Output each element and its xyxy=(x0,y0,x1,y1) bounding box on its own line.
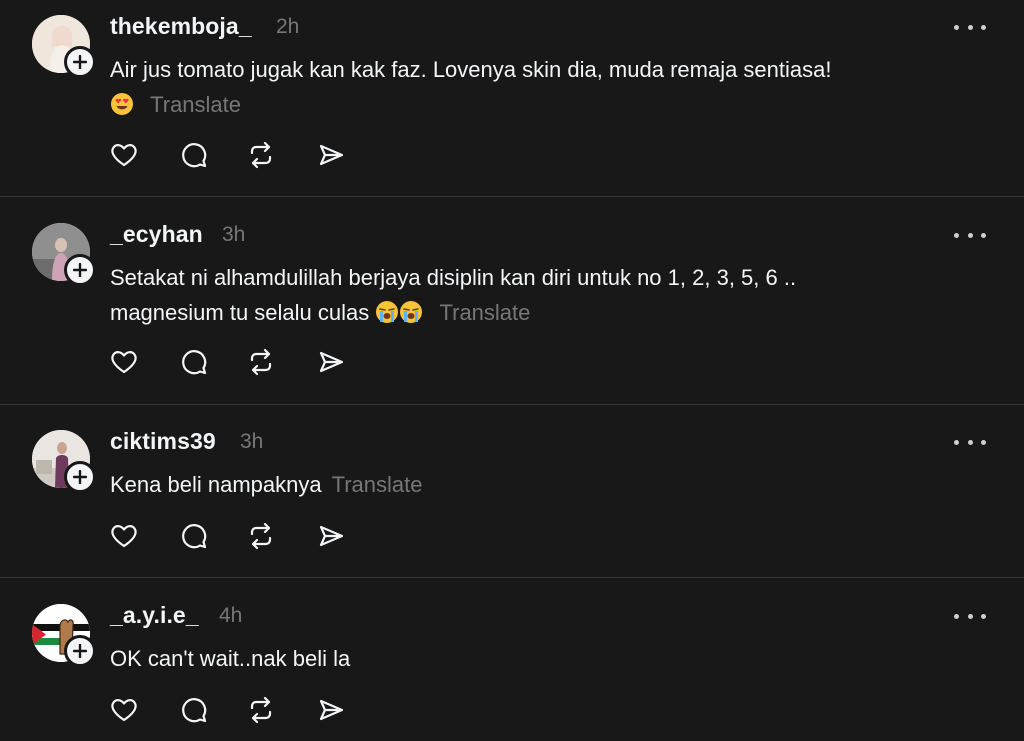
post-text: OK can't wait..nak beli la xyxy=(110,641,970,676)
like-button[interactable] xyxy=(107,345,141,379)
repost-button[interactable] xyxy=(244,519,278,553)
divider xyxy=(0,577,1024,578)
comment-icon xyxy=(182,524,207,549)
share-button[interactable] xyxy=(314,693,348,727)
share-button[interactable] xyxy=(314,519,348,553)
post-text-body: Air jus tomato jugak kan kak faz. Loveny… xyxy=(110,57,832,82)
like-button[interactable] xyxy=(107,138,141,172)
plus-icon xyxy=(73,470,87,484)
follow-button[interactable] xyxy=(64,635,96,667)
comment-icon xyxy=(182,143,207,168)
thread-replies-feed: thekemboja_ 2h Air jus tomato jugak kan … xyxy=(0,0,1024,741)
translate-link[interactable]: Translate xyxy=(150,92,241,117)
avatar[interactable] xyxy=(32,430,96,493)
post-text: Setakat ni alhamdulillah berjaya disipli… xyxy=(110,260,970,334)
post-text-body: OK can't wait..nak beli la xyxy=(110,646,351,671)
follow-button[interactable] xyxy=(64,46,96,78)
post-text-line1: Setakat ni alhamdulillah berjaya disipli… xyxy=(110,265,797,290)
translate-link[interactable]: Translate xyxy=(332,472,423,497)
heart-icon xyxy=(111,351,137,374)
more-icon xyxy=(954,613,959,619)
more-icon xyxy=(954,439,959,445)
reply-post: thekemboja_ 2h Air jus tomato jugak kan … xyxy=(0,0,1024,196)
repost-icon xyxy=(250,522,272,550)
loudly-crying-emoji xyxy=(375,299,423,334)
send-icon xyxy=(319,144,344,166)
plus-icon xyxy=(73,263,87,277)
avatar[interactable] xyxy=(32,223,96,286)
username[interactable]: thekemboja_ xyxy=(110,13,252,40)
reply-button[interactable] xyxy=(177,138,211,172)
repost-button[interactable] xyxy=(244,693,278,727)
reply-button[interactable] xyxy=(177,693,211,727)
translate-link[interactable]: Translate xyxy=(440,300,531,325)
post-text: Air jus tomato jugak kan kak faz. Loveny… xyxy=(110,52,970,126)
divider xyxy=(0,404,1024,405)
timestamp[interactable]: 2h xyxy=(276,15,299,39)
repost-button[interactable] xyxy=(244,345,278,379)
heart-icon xyxy=(111,699,137,722)
like-button[interactable] xyxy=(107,693,141,727)
comment-icon xyxy=(182,350,207,375)
reply-button[interactable] xyxy=(177,519,211,553)
timestamp[interactable]: 3h xyxy=(222,223,245,247)
send-icon xyxy=(319,351,344,373)
repost-icon xyxy=(250,696,272,724)
send-icon xyxy=(319,525,344,547)
avatar[interactable] xyxy=(32,604,96,667)
comment-icon xyxy=(182,698,207,723)
username[interactable]: _ecyhan xyxy=(110,221,203,248)
repost-icon xyxy=(250,348,272,376)
username[interactable]: _a.y.i.e_ xyxy=(110,602,199,629)
username[interactable]: ciktims39 xyxy=(110,428,216,455)
heart-icon xyxy=(111,525,137,548)
heart-eyes-emoji xyxy=(110,91,134,126)
more-button[interactable] xyxy=(954,435,986,449)
more-icon xyxy=(954,232,959,238)
divider xyxy=(0,196,1024,197)
heart-icon xyxy=(111,144,137,167)
more-button[interactable] xyxy=(954,20,986,34)
timestamp[interactable]: 3h xyxy=(240,430,263,454)
follow-button[interactable] xyxy=(64,461,96,493)
post-text: Kena beli nampaknya Translate xyxy=(110,467,970,502)
like-button[interactable] xyxy=(107,519,141,553)
reply-post: ciktims39 3h Kena beli nampaknya Translat… xyxy=(0,415,1024,577)
share-button[interactable] xyxy=(314,138,348,172)
send-icon xyxy=(319,699,344,721)
repost-icon xyxy=(250,141,272,169)
avatar[interactable] xyxy=(32,15,96,78)
repost-button[interactable] xyxy=(244,138,278,172)
more-icon xyxy=(954,24,959,30)
post-text-body: Kena beli nampaknya xyxy=(110,472,322,497)
reply-button[interactable] xyxy=(177,345,211,379)
follow-button[interactable] xyxy=(64,254,96,286)
plus-icon xyxy=(73,644,87,658)
more-button[interactable] xyxy=(954,228,986,242)
plus-icon xyxy=(73,55,87,69)
reply-post: _a.y.i.e_ 4h OK can't wait..nak beli la xyxy=(0,589,1024,741)
more-button[interactable] xyxy=(954,609,986,623)
reply-post: _ecyhan 3h Setakat ni alhamdulillah berj… xyxy=(0,208,1024,404)
timestamp[interactable]: 4h xyxy=(219,604,242,628)
share-button[interactable] xyxy=(314,345,348,379)
post-text-line2: magnesium tu selalu culas xyxy=(110,300,370,325)
